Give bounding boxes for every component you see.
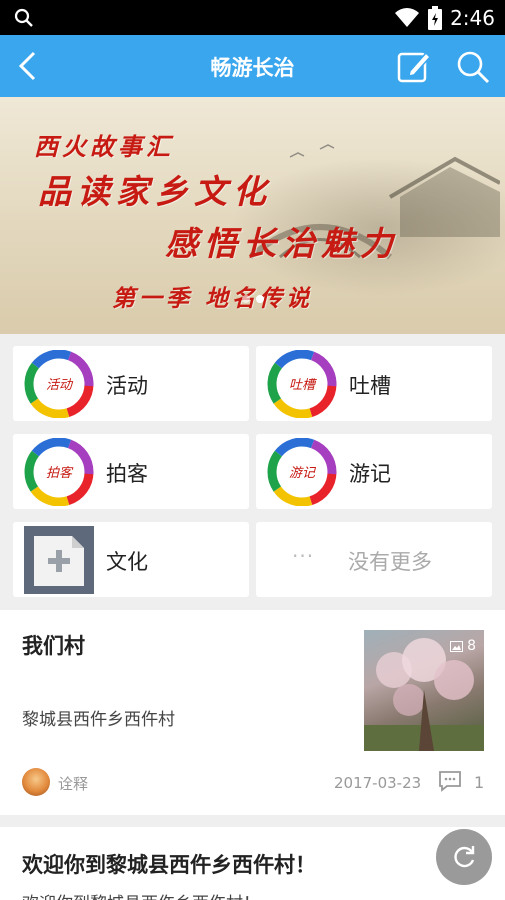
wifi-icon [395,7,420,27]
search-icon [14,8,33,27]
post-title: 欢迎你到黎城县西仵乡西仵村！ [22,853,316,877]
ellipsis-icon: ··· [292,544,315,568]
ring-icon-text: 拍客 [46,465,74,481]
app-header: 畅游长治 [0,35,505,97]
ring-icon-text: 游记 [289,466,317,481]
category-travelogue[interactable]: 游记 游记 [256,434,492,509]
category-no-more: ··· 没有更多 [256,522,492,597]
travelogue-ring-icon: 游记 [267,438,337,506]
photo-count-badge: 8 [450,638,476,654]
edit-icon[interactable] [396,49,432,85]
banner-page-indicator [0,295,505,303]
activity-ring-icon: 活动 [24,350,94,418]
category-culture[interactable]: 文化 [13,522,249,597]
category-grid: 活动 活动 吐槽 吐槽 拍客 拍客 游记 游记 文化 ··· 没有更多 [0,334,505,610]
post-meta: 诠释 2017-03-23 1 [22,768,485,798]
category-label: 游记 [349,462,391,486]
add-document-icon [24,526,94,594]
clock-time: 2:46 [450,5,495,30]
photo-count: 8 [467,638,476,654]
battery-icon [428,5,443,30]
image-icon [450,640,464,652]
banner-line-1: 西火故事汇 [34,132,174,161]
search-icon[interactable] [455,49,491,85]
category-label: 没有更多 [348,550,432,574]
category-label: 活动 [106,374,148,398]
comment-icon[interactable] [438,770,462,792]
photographer-ring-icon: 拍客 [24,438,94,506]
post-date: 2017-03-23 [334,774,422,792]
page-dot [241,295,250,303]
refresh-icon [454,846,475,868]
post-title: 我们村 [22,634,85,658]
category-activity[interactable]: 活动 活动 [13,346,249,421]
refresh-button[interactable] [436,829,492,885]
comment-count: 1 [474,773,485,792]
ring-icon-text: 活动 [46,378,74,393]
post-author[interactable]: 诠释 [58,773,88,794]
post-thumbnail[interactable]: 8 [364,630,484,751]
complaint-ring-icon: 吐槽 [267,350,337,418]
feed-card[interactable]: 我们村 黎城县西仵乡西仵村 8 诠释 2017-03-23 1 [0,610,505,815]
category-photographer[interactable]: 拍客 拍客 [13,434,249,509]
category-label: 拍客 [106,462,148,486]
ring-icon-text: 吐槽 [289,378,317,393]
promo-banner[interactable]: 西火故事汇 品读家乡文化 感悟长治魅力 第一季 地名传说 [0,97,505,334]
status-bar: 2:46 [0,0,505,35]
feed-card[interactable]: 欢迎你到黎城县西仵乡西仵村！ 欢迎你到黎城县西仵乡西仵村！ [0,827,505,900]
post-preview: 欢迎你到黎城县西仵乡西仵村！ [22,889,260,900]
category-complaint[interactable]: 吐槽 吐槽 [256,346,492,421]
page-dot-active [255,295,264,303]
banner-line-2: 品读家乡文化 [38,172,272,211]
post-location: 黎城县西仵乡西仵村 [22,710,175,730]
avatar[interactable] [22,768,50,796]
category-label: 文化 [106,550,148,574]
category-label: 吐槽 [349,374,391,398]
banner-line-3: 感悟长治魅力 [165,224,399,263]
